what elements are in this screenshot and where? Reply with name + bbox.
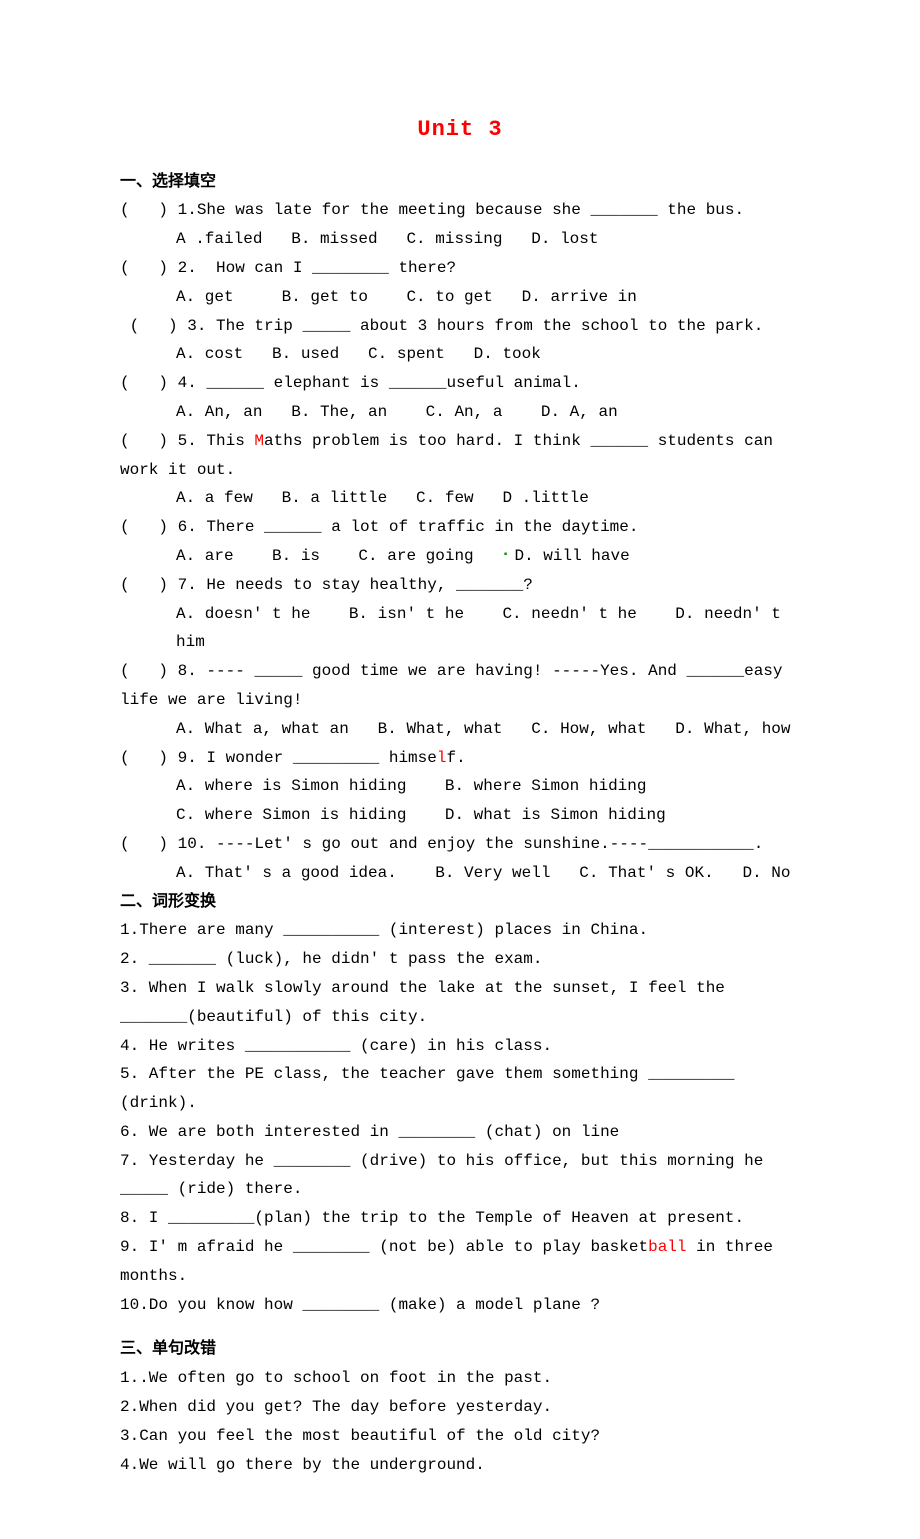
s3-item3: 3.Can you feel the most beautiful of the… [120, 1422, 800, 1451]
q4-text: ( ) 4. ______ elephant is ______useful a… [120, 369, 800, 398]
s3-item4: 4.We will go there by the underground. [120, 1451, 800, 1480]
spacer [120, 1319, 800, 1335]
section2-header: 二、词形变换 [120, 888, 800, 917]
q7-options: A. doesn' t he B. isn' t he C. needn' t … [120, 600, 800, 658]
q3-text: ( ) 3. The trip _____ about 3 hours from… [120, 312, 800, 341]
q5-pre: ( ) 5. This [120, 432, 254, 450]
q3-options: A. cost B. used C. spent D. took [120, 340, 800, 369]
q4-options: A. An, an B. The, an C. An, a D. A, an [120, 398, 800, 427]
s2-item10: 10.Do you know how ________ (make) a mod… [120, 1291, 800, 1320]
s2-item5: 5. After the PE class, the teacher gave … [120, 1060, 800, 1118]
q6-opts-pre: A. are B. is C. are going [176, 547, 502, 565]
q7-text: ( ) 7. He needs to stay healthy, _______… [120, 571, 800, 600]
q9-pre: ( ) 9. I wonder _________ himse [120, 749, 437, 767]
document-page: Unit 3 一、选择填空 ( ) 1.She was late for the… [0, 0, 920, 1539]
section3-header: 三、单句改错 [120, 1335, 800, 1364]
s2-item9-red: ball [648, 1238, 686, 1256]
s2-item9-pre: 9. I' m afraid he ________ (not be) able… [120, 1238, 648, 1256]
q9-post: f. [446, 749, 465, 767]
green-mark-icon: ▪ [502, 550, 514, 561]
s2-item3: 3. When I walk slowly around the lake at… [120, 974, 800, 1032]
q6-options: A. are B. is C. are going ▪ D. will have [120, 542, 800, 571]
q10-text: ( ) 10. ----Let' s go out and enjoy the … [120, 830, 800, 859]
q1-text: ( ) 1.She was late for the meeting becau… [120, 196, 800, 225]
s2-item7: 7. Yesterday he ________ (drive) to his … [120, 1147, 800, 1205]
q6-opts-post: D. will have [514, 547, 629, 565]
s2-item9: 9. I' m afraid he ________ (not be) able… [120, 1233, 800, 1291]
s3-item1: 1..We often go to school on foot in the … [120, 1364, 800, 1393]
q8-options: A. What a, what an B. What, what C. How,… [120, 715, 800, 744]
section1-header: 一、选择填空 [120, 168, 800, 197]
q5-text: ( ) 5. This Maths problem is too hard. I… [120, 427, 800, 485]
s3-item2: 2.When did you get? The day before yeste… [120, 1393, 800, 1422]
s2-item2: 2. _______ (luck), he didn' t pass the e… [120, 945, 800, 974]
q5-options: A. a few B. a little C. few D .little [120, 484, 800, 513]
q9-text: ( ) 9. I wonder _________ himself. [120, 744, 800, 773]
s2-item6: 6. We are both interested in ________ (c… [120, 1118, 800, 1147]
q2-text: ( ) 2. How can I ________ there? [120, 254, 800, 283]
q10-options: A. That' s a good idea. B. Very well C. … [120, 859, 800, 888]
q6-text: ( ) 6. There ______ a lot of traffic in … [120, 513, 800, 542]
s2-item8: 8. I _________(plan) the trip to the Tem… [120, 1204, 800, 1233]
q9-options-1: A. where is Simon hiding B. where Simon … [120, 772, 800, 801]
q8-text: ( ) 8. ---- _____ good time we are havin… [120, 657, 800, 715]
q5-red: M [254, 432, 264, 450]
s2-item1: 1.There are many __________ (interest) p… [120, 916, 800, 945]
q1-options: A .failed B. missed C. missing D. lost [120, 225, 800, 254]
q2-options: A. get B. get to C. to get D. arrive in [120, 283, 800, 312]
unit-title: Unit 3 [120, 110, 800, 150]
q9-options-2: C. where Simon is hiding D. what is Simo… [120, 801, 800, 830]
s2-item4: 4. He writes ___________ (care) in his c… [120, 1032, 800, 1061]
